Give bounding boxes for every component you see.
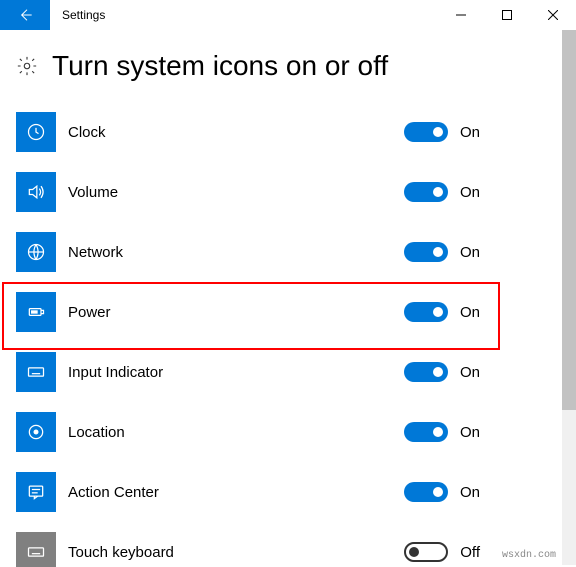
power-icon-box bbox=[16, 292, 56, 332]
action-center-icon bbox=[26, 482, 46, 502]
toggle-wrap: On bbox=[404, 422, 560, 442]
toggle-state-label: On bbox=[460, 424, 480, 441]
gear-icon bbox=[16, 55, 38, 77]
toggle-state-label: On bbox=[460, 244, 480, 261]
setting-row: Network On bbox=[16, 222, 560, 282]
close-button[interactable] bbox=[530, 0, 576, 30]
toggle-wrap: On bbox=[404, 482, 560, 502]
toggle-state-label: On bbox=[460, 124, 480, 141]
location-icon-box bbox=[16, 412, 56, 452]
toggle-knob bbox=[433, 127, 443, 137]
setting-label: Location bbox=[68, 424, 125, 441]
setting-row: Touch keyboard Off bbox=[16, 522, 560, 567]
setting-label: Input Indicator bbox=[68, 364, 163, 381]
minimize-icon bbox=[456, 10, 466, 20]
setting-label: Volume bbox=[68, 184, 118, 201]
clock-icon-box bbox=[16, 112, 56, 152]
toggle-switch[interactable] bbox=[404, 482, 448, 502]
network-icon bbox=[26, 242, 46, 262]
maximize-button[interactable] bbox=[484, 0, 530, 30]
power-icon bbox=[26, 302, 46, 322]
minimize-button[interactable] bbox=[438, 0, 484, 30]
touch-keyboard-icon-box bbox=[16, 532, 56, 567]
toggle-wrap: On bbox=[404, 362, 560, 382]
setting-label: Touch keyboard bbox=[68, 544, 174, 561]
setting-label: Clock bbox=[68, 124, 106, 141]
close-icon bbox=[548, 10, 558, 20]
arrow-left-icon bbox=[17, 7, 33, 23]
settings-list: ClockOnVolumeOnNetworkOnPowerOnInput Ind… bbox=[0, 102, 576, 567]
toggle-state-label: On bbox=[460, 484, 480, 501]
toggle-knob bbox=[433, 187, 443, 197]
page-header: Turn system icons on or off bbox=[0, 30, 576, 82]
toggle-state-label: On bbox=[460, 304, 480, 321]
page-title: Turn system icons on or off bbox=[52, 50, 388, 82]
toggle-wrap: On bbox=[404, 302, 560, 322]
toggle-knob bbox=[433, 487, 443, 497]
toggle-switch[interactable] bbox=[404, 542, 448, 562]
setting-row: Power On bbox=[16, 282, 560, 342]
toggle-knob bbox=[433, 427, 443, 437]
titlebar: Settings bbox=[0, 0, 576, 30]
volume-icon bbox=[26, 182, 46, 202]
toggle-wrap: On bbox=[404, 122, 560, 142]
toggle-knob bbox=[433, 247, 443, 257]
window-title: Settings bbox=[62, 8, 105, 22]
action-center-icon-box bbox=[16, 472, 56, 512]
toggle-knob bbox=[433, 367, 443, 377]
maximize-icon bbox=[502, 10, 512, 20]
setting-label: Action Center bbox=[68, 484, 159, 501]
toggle-knob bbox=[433, 307, 443, 317]
toggle-state-label: Off bbox=[460, 544, 480, 561]
watermark: wsxdn.com bbox=[502, 550, 556, 561]
back-button[interactable] bbox=[0, 0, 50, 30]
toggle-switch[interactable] bbox=[404, 242, 448, 262]
toggle-state-label: On bbox=[460, 184, 480, 201]
volume-icon-box bbox=[16, 172, 56, 212]
toggle-switch[interactable] bbox=[404, 362, 448, 382]
setting-row: Clock On bbox=[16, 102, 560, 162]
touch-keyboard-icon bbox=[26, 542, 46, 562]
window-controls bbox=[438, 0, 576, 30]
toggle-state-label: On bbox=[460, 364, 480, 381]
setting-row: Location On bbox=[16, 402, 560, 462]
toggle-switch[interactable] bbox=[404, 302, 448, 322]
toggle-switch[interactable] bbox=[404, 182, 448, 202]
toggle-switch[interactable] bbox=[404, 122, 448, 142]
location-icon bbox=[26, 422, 46, 442]
setting-row: Volume On bbox=[16, 162, 560, 222]
clock-icon bbox=[26, 122, 46, 142]
input-indicator-icon-box bbox=[16, 352, 56, 392]
toggle-knob bbox=[409, 547, 419, 557]
input-indicator-icon bbox=[26, 362, 46, 382]
setting-row: Input Indicator On bbox=[16, 342, 560, 402]
toggle-switch[interactable] bbox=[404, 422, 448, 442]
toggle-wrap: On bbox=[404, 182, 560, 202]
setting-label: Power bbox=[68, 304, 111, 321]
setting-row: Action Center On bbox=[16, 462, 560, 522]
setting-label: Network bbox=[68, 244, 123, 261]
scrollbar-thumb[interactable] bbox=[562, 30, 576, 410]
toggle-wrap: On bbox=[404, 242, 560, 262]
network-icon-box bbox=[16, 232, 56, 272]
